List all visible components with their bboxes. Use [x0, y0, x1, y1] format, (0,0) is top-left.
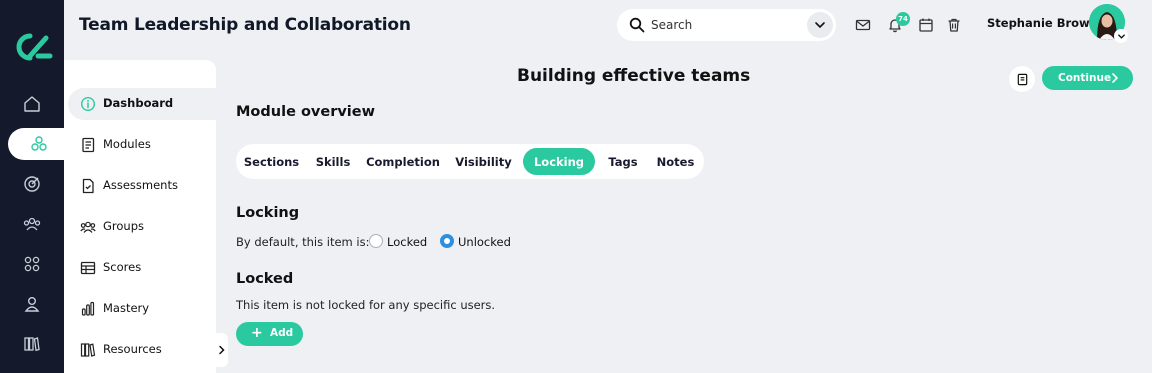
user-menu-toggle[interactable] — [1114, 29, 1128, 43]
rail-item-goals[interactable] — [0, 168, 64, 200]
locked-heading: Locked — [236, 271, 294, 287]
plus-icon: + — [251, 325, 263, 341]
calendar-icon[interactable] — [918, 17, 934, 33]
trash-icon[interactable] — [946, 17, 962, 33]
tab-completion[interactable]: Completion — [363, 148, 443, 175]
radio-locked[interactable] — [369, 234, 383, 248]
library-icon — [24, 337, 40, 352]
tab-notes[interactable]: Notes — [651, 148, 700, 175]
tab-locking[interactable]: Locking — [523, 148, 595, 175]
rail-item-profile[interactable] — [0, 288, 64, 320]
locked-note: This item is not locked for any specific… — [236, 298, 496, 312]
nav-rail — [0, 0, 70, 373]
continue-label: Continue — [1058, 72, 1112, 84]
sidebar-item-label: Modules — [103, 137, 151, 151]
home-icon — [24, 96, 40, 112]
rail-item-apps[interactable] — [0, 248, 64, 280]
notebook-icon — [1017, 73, 1027, 85]
page-title: Building effective teams — [517, 66, 751, 86]
sidebar-item-resources[interactable]: Resources — [68, 334, 216, 366]
module-sidebar: Dashboard Modules Assessments Groups Sco… — [64, 60, 216, 373]
info-icon — [80, 96, 96, 112]
books-icon — [80, 343, 96, 357]
modules-cluster-icon — [31, 136, 47, 151]
radio-unlocked[interactable] — [440, 234, 454, 248]
book-icon — [82, 137, 95, 153]
sidebar-collapse-toggle[interactable] — [216, 333, 228, 367]
sidebar-item-mastery[interactable]: Mastery — [68, 293, 216, 325]
person-icon — [24, 297, 40, 312]
locking-default-text: By default, this item is: — [236, 235, 370, 249]
notification-badge: 74 — [896, 12, 910, 26]
chevron-down-icon — [1117, 33, 1125, 39]
sidebar-item-groups[interactable]: Groups — [68, 211, 216, 243]
add-label: Add — [270, 327, 294, 339]
sidebar-item-dashboard[interactable]: Dashboard — [68, 88, 216, 120]
notes-button[interactable] — [1009, 66, 1035, 92]
sidebar-item-label: Scores — [103, 260, 142, 274]
document-check-icon — [82, 178, 94, 194]
sidebar-item-scores[interactable]: Scores — [68, 252, 216, 284]
sidebar-item-label: Dashboard — [103, 96, 174, 110]
search-box[interactable] — [617, 9, 836, 41]
rail-item-library[interactable] — [0, 328, 64, 360]
tab-visibility[interactable]: Visibility — [450, 148, 517, 175]
add-button[interactable]: + Add — [236, 322, 303, 346]
rail-item-modules[interactable] — [8, 128, 70, 160]
chevron-right-icon — [1112, 73, 1119, 83]
app-logo[interactable] — [10, 30, 54, 64]
sidebar-item-label: Groups — [103, 219, 145, 233]
table-icon — [80, 261, 96, 275]
sidebar-item-label: Mastery — [103, 301, 150, 315]
tab-sections[interactable]: Sections — [240, 148, 303, 175]
rail-item-people[interactable] — [0, 208, 64, 240]
locking-heading: Locking — [236, 205, 300, 221]
search-dropdown-button[interactable] — [807, 12, 833, 38]
app-title: Team Leadership and Collaboration — [79, 15, 411, 35]
search-input[interactable] — [651, 15, 801, 35]
group-icon — [80, 221, 96, 233]
sidebar-item-label: Resources — [103, 342, 162, 356]
chevron-right-icon — [219, 345, 225, 355]
people-icon — [23, 217, 41, 231]
chevron-down-icon — [815, 22, 825, 29]
sidebar-item-modules[interactable]: Modules — [68, 129, 216, 161]
bar-chart-icon — [81, 301, 95, 316]
tab-skills[interactable]: Skills — [310, 148, 356, 175]
grid-icon — [24, 256, 40, 272]
target-icon — [24, 176, 40, 192]
rail-item-home[interactable] — [0, 88, 64, 120]
search-icon — [629, 17, 645, 33]
overview-tabs: Sections Skills Completion Visibility Lo… — [236, 144, 704, 179]
sidebar-item-assessments[interactable]: Assessments — [68, 170, 216, 202]
module-overview-heading: Module overview — [236, 104, 375, 120]
sidebar-item-label: Assessments — [103, 178, 178, 192]
mail-icon[interactable] — [855, 17, 871, 33]
radio-unlocked-label[interactable]: Unlocked — [458, 235, 511, 249]
continue-button[interactable]: Continue — [1042, 66, 1133, 90]
user-name: Stephanie Brown — [987, 16, 1098, 30]
radio-locked-label[interactable]: Locked — [387, 235, 427, 249]
tab-tags[interactable]: Tags — [603, 148, 643, 175]
